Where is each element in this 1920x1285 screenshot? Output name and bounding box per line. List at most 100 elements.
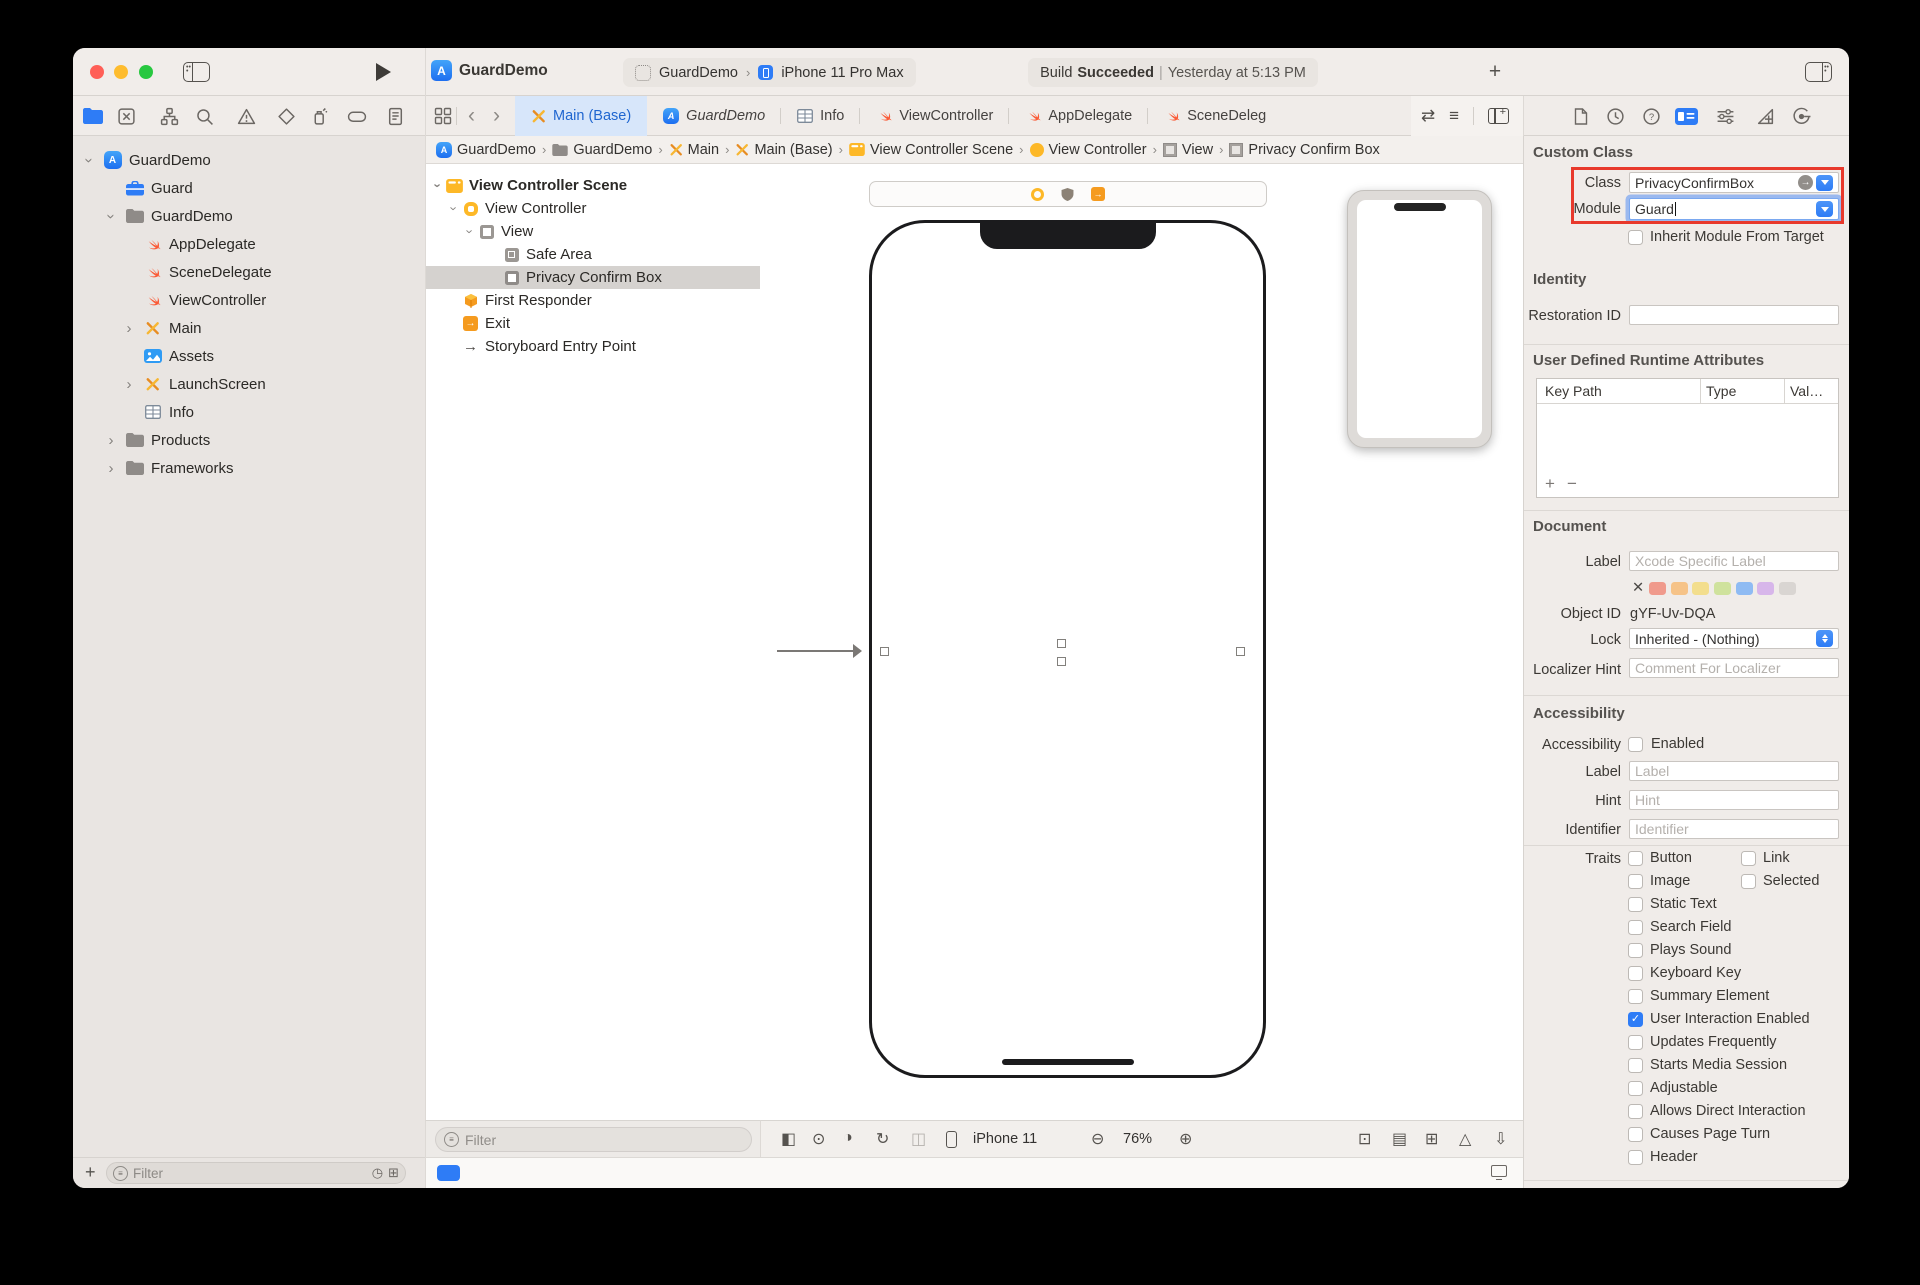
outline-row-entry-point[interactable]: → Storyboard Entry Point <box>426 335 760 358</box>
trait-allows-direct-checkbox[interactable] <box>1628 1104 1643 1119</box>
breadcrumb-view[interactable]: View <box>1162 142 1213 158</box>
acc-hint-field[interactable]: Hint <box>1629 790 1839 810</box>
toggle-left-sidebar-icon[interactable]: •• • <box>183 62 210 82</box>
accessibility-enabled-checkbox[interactable] <box>1628 737 1643 752</box>
view-controller-dock-icon[interactable] <box>1031 187 1044 201</box>
toggle-right-sidebar-icon[interactable]: •• • <box>1805 62 1832 82</box>
clear-color-button[interactable]: ✕ <box>1632 580 1644 596</box>
size-inspector-icon[interactable] <box>1753 105 1777 127</box>
storyboard-canvas[interactable]: → <box>760 164 1523 1120</box>
remove-attribute-button[interactable]: − <box>1567 474 1589 493</box>
debug-navigator-icon[interactable] <box>308 105 330 127</box>
localizer-hint-field[interactable]: Comment For Localizer <box>1629 658 1839 678</box>
disclosure-chevron-icon[interactable]: › <box>463 224 478 240</box>
runtime-attributes-table[interactable]: Key Path Type Val… +− <box>1536 378 1839 498</box>
color-swatch-blue[interactable] <box>1736 582 1753 595</box>
module-dropdown-icon[interactable] <box>1816 201 1833 217</box>
breakpoint-navigator-icon[interactable] <box>346 105 368 127</box>
update-frames-icon[interactable]: ⊡ <box>1358 1129 1371 1149</box>
appearance-toggle-icon[interactable]: ◑ <box>843 1129 853 1147</box>
symbol-navigator-icon[interactable] <box>158 105 180 127</box>
history-inspector-icon[interactable] <box>1603 105 1627 127</box>
trait-selected-checkbox[interactable] <box>1741 874 1756 889</box>
file-inspector-icon[interactable] <box>1568 105 1592 127</box>
orientation-icon[interactable]: ↻ <box>876 1129 889 1149</box>
zoom-window-button[interactable] <box>139 65 153 79</box>
trait-user-interaction-checkbox[interactable]: ✓ <box>1628 1012 1643 1027</box>
breadcrumb-project[interactable]: A GuardDemo <box>436 141 536 158</box>
trait-adjustable-checkbox[interactable] <box>1628 1081 1643 1096</box>
identity-inspector-icon[interactable] <box>1674 105 1698 127</box>
zoom-level[interactable]: 76% <box>1123 1131 1152 1147</box>
forward-button[interactable]: › <box>486 104 507 128</box>
color-swatch-green[interactable] <box>1714 582 1731 595</box>
add-toolbar-button[interactable]: + <box>1483 60 1507 84</box>
canvas-minimap[interactable] <box>1347 190 1492 448</box>
tab-viewcontroller[interactable]: ViewController <box>860 96 1010 136</box>
align-icon[interactable]: ⊞ <box>1425 1129 1438 1149</box>
storyboard-entry-arrow[interactable] <box>777 650 855 652</box>
outline-filter-field[interactable]: ≡ Filter <box>435 1127 752 1152</box>
view-hierarchy-icon[interactable]: ◧ <box>781 1129 796 1149</box>
trait-updates-frequently-checkbox[interactable] <box>1628 1035 1643 1050</box>
disclosure-chevron-icon[interactable]: › <box>447 201 462 217</box>
class-dropdown-icon[interactable] <box>1816 174 1833 191</box>
color-swatch-yellow[interactable] <box>1692 582 1709 595</box>
selection-handle-bottom-center[interactable] <box>1057 657 1066 666</box>
add-file-button[interactable]: + <box>85 1162 96 1183</box>
navigator-item-appdelegate[interactable]: AppDelegate <box>73 230 425 258</box>
outline-row-scene[interactable]: › View Controller Scene <box>426 174 760 197</box>
disclosure-chevron-icon[interactable]: › <box>103 432 119 449</box>
breadcrumb-group[interactable]: GuardDemo <box>552 142 652 158</box>
breadcrumb-main[interactable]: Main <box>669 142 719 158</box>
disclosure-chevron-icon[interactable]: › <box>81 152 98 168</box>
navigator-item-guard-framework[interactable]: Guard <box>73 174 425 202</box>
toggle-document-outline-button[interactable] <box>437 1165 460 1181</box>
connections-inspector-icon[interactable] <box>1789 105 1813 127</box>
inherit-module-checkbox[interactable] <box>1628 230 1643 245</box>
device-canvas-view-controller[interactable] <box>869 220 1266 1078</box>
navigator-item-scenedelegate[interactable]: SceneDelegate <box>73 258 425 286</box>
attributes-inspector-icon[interactable] <box>1713 105 1737 127</box>
trait-keyboard-key-checkbox[interactable] <box>1628 966 1643 981</box>
trait-plays-sound-checkbox[interactable] <box>1628 943 1643 958</box>
find-navigator-icon[interactable] <box>193 105 215 127</box>
outline-row-view-controller[interactable]: › View Controller <box>426 197 760 220</box>
breadcrumb-main-base[interactable]: Main (Base) <box>735 142 833 158</box>
disclosure-chevron-icon[interactable]: › <box>103 460 119 477</box>
report-navigator-icon[interactable] <box>384 105 406 127</box>
split-view-icon[interactable]: ◫ <box>911 1129 926 1149</box>
tab-info[interactable]: Info <box>781 96 861 136</box>
source-control-navigator-icon[interactable] <box>115 105 137 127</box>
trait-header-checkbox[interactable] <box>1628 1150 1643 1165</box>
navigator-filter-field[interactable]: ≡ Filter ◷ ⊞ <box>106 1162 406 1184</box>
module-field[interactable]: Guard <box>1629 198 1839 220</box>
outline-row-exit[interactable]: → Exit <box>426 312 760 335</box>
acc-identifier-field[interactable]: Identifier <box>1629 819 1839 839</box>
color-swatch-purple[interactable] <box>1757 582 1774 595</box>
disclosure-chevron-icon[interactable]: › <box>103 208 120 224</box>
navigator-item-assets[interactable]: Assets <box>73 342 425 370</box>
trait-link-checkbox[interactable] <box>1741 851 1756 866</box>
jump-to-class-icon[interactable]: → <box>1798 175 1813 190</box>
trait-image-checkbox[interactable] <box>1628 874 1643 889</box>
navigator-item-products[interactable]: › Products <box>73 426 425 454</box>
outline-row-privacy-confirm-box[interactable]: Privacy Confirm Box <box>426 266 760 289</box>
scheme-destination-label[interactable]: iPhone 11 Pro Max <box>781 65 903 81</box>
trait-summary-element-checkbox[interactable] <box>1628 989 1643 1004</box>
restoration-id-field[interactable] <box>1629 305 1839 325</box>
test-navigator-icon[interactable] <box>275 105 297 127</box>
trait-button-checkbox[interactable] <box>1628 851 1643 866</box>
navigator-item-main-storyboard[interactable]: › Main <box>73 314 425 342</box>
outline-row-view[interactable]: › View <box>426 220 760 243</box>
issue-navigator-icon[interactable] <box>235 105 257 127</box>
project-navigator-icon[interactable] <box>82 105 104 127</box>
help-inspector-icon[interactable]: ? <box>1639 105 1663 127</box>
lock-popup[interactable]: Inherited - (Nothing) <box>1629 628 1839 649</box>
disclosure-chevron-icon[interactable]: › <box>121 320 137 337</box>
outline-row-first-responder[interactable]: First Responder <box>426 289 760 312</box>
tab-appdelegate[interactable]: AppDelegate <box>1009 96 1149 136</box>
add-editor-icon[interactable] <box>1488 106 1509 124</box>
trait-starts-media-checkbox[interactable] <box>1628 1058 1643 1073</box>
accessibility-preview-icon[interactable]: ⊙ <box>812 1129 825 1149</box>
